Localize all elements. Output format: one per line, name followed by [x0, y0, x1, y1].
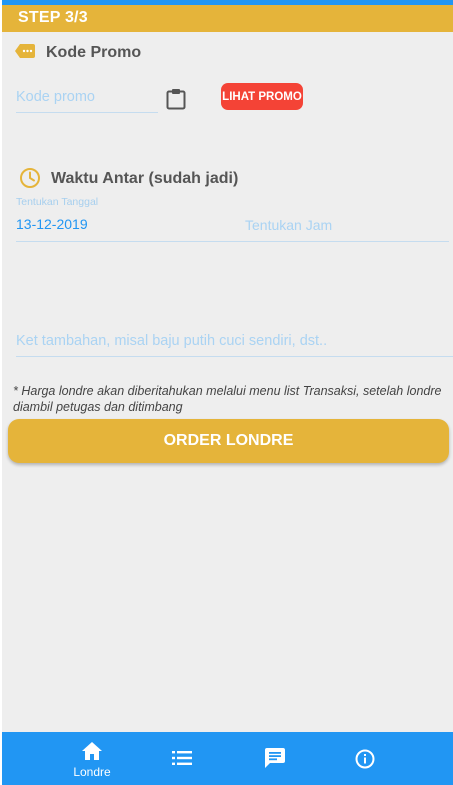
promo-section-title: Kode Promo: [46, 44, 142, 61]
time-field[interactable]: Tentukan Jam: [245, 217, 332, 233]
tag-icon: [15, 44, 35, 58]
notes-input[interactable]: [16, 326, 453, 357]
home-icon: [82, 742, 102, 760]
step-label: STEP 3/3: [18, 9, 88, 26]
list-icon: [172, 751, 192, 765]
lihat-promo-button[interactable]: LIHAT PROMO: [221, 83, 303, 110]
chat-icon: [265, 748, 285, 768]
clipboard-icon[interactable]: [166, 88, 186, 110]
bottom-navigation: Londre: [2, 732, 453, 785]
info-icon: [355, 749, 375, 769]
order-londre-button[interactable]: ORDER LONDRE: [8, 419, 449, 463]
date-field[interactable]: 13-12-2019: [16, 216, 88, 232]
nav-item-info[interactable]: [348, 732, 382, 785]
delivery-section-title: Waktu Antar (sudah jadi): [51, 170, 239, 187]
price-disclaimer: * Harga londre akan diberitahukan melalu…: [13, 384, 442, 414]
nav-item-label: Londre: [73, 765, 111, 779]
nav-item-londre[interactable]: Londre: [66, 732, 118, 785]
date-field-label: Tentukan Tanggal: [16, 196, 99, 208]
date-field-underline: [16, 241, 449, 242]
nav-item-chat[interactable]: [258, 732, 292, 785]
nav-item-list[interactable]: [165, 732, 199, 785]
clock-icon: [20, 168, 40, 188]
step-header: STEP 3/3: [2, 5, 453, 32]
promo-code-input[interactable]: [16, 82, 158, 113]
screen: STEP 3/3 Kode Promo LIHAT PROMO Waktu An…: [2, 0, 453, 785]
